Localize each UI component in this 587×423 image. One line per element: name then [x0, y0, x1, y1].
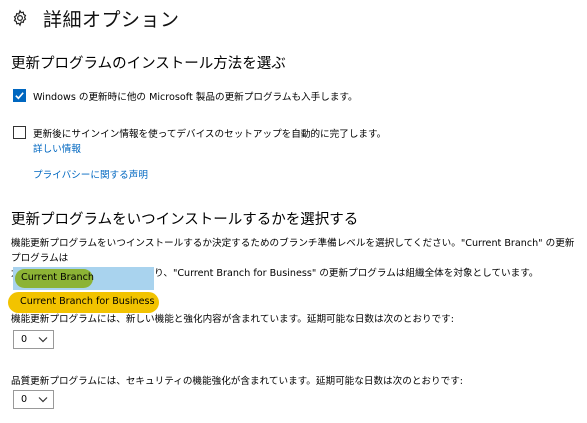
branch-option-business[interactable]: Current Branch for Business — [8, 292, 159, 313]
privacy-link[interactable]: プライバシーに関する声明 — [33, 167, 148, 181]
other-products-label: Windows の更新時に他の Microsoft 製品の更新プログラムも入手し… — [33, 92, 358, 103]
feature-days-value: 0 — [21, 334, 28, 345]
branch-description-line1: 機能更新プログラムをいつインストールするか決定するためのブランチ準備レベルを選択… — [11, 238, 575, 264]
page-title: 詳細オプション — [43, 9, 180, 31]
quality-days-select[interactable]: 0 — [13, 390, 54, 409]
chevron-down-icon — [38, 397, 48, 403]
checkmark-icon — [15, 92, 24, 100]
branch-option-current[interactable]: Current Branch — [13, 267, 154, 290]
install-section-title: 更新プログラムのインストール方法を選ぶ — [11, 56, 286, 72]
branch-option-current-label: Current Branch — [21, 272, 94, 283]
branch-option-business-label: Current Branch for Business — [20, 296, 155, 307]
chevron-down-icon — [38, 337, 48, 343]
gear-icon — [11, 9, 29, 27]
timing-section-title: 更新プログラムをいつインストールするかを選択する — [11, 212, 359, 228]
feature-days-select[interactable]: 0 — [13, 330, 54, 349]
details-link[interactable]: 詳しい情報 — [33, 141, 81, 155]
quality-updates-label: 品質更新プログラムには、セキュリティの機能強化が含まれています。延期可能な日数は… — [11, 376, 464, 387]
auto-signin-checkbox[interactable] — [13, 126, 26, 139]
other-products-checkbox[interactable] — [13, 89, 26, 102]
quality-days-value: 0 — [21, 394, 28, 405]
feature-updates-label: 機能更新プログラムには、新しい機能と強化内容が含まれています。延期可能な日数は次… — [11, 314, 455, 325]
auto-signin-label: 更新後にサインイン情報を使ってデバイスのセットアップを自動的に完了します。 — [33, 129, 387, 140]
